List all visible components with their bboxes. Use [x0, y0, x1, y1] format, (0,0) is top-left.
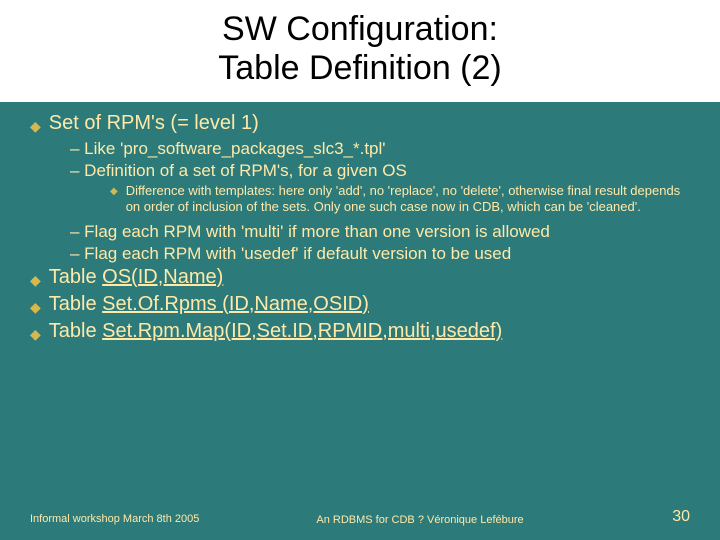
bullet-text: Set of RPM's (= level 1): [49, 112, 259, 135]
title-line-1: SW Configuration:: [0, 10, 720, 49]
slide-body: ◆ Set of RPM's (= level 1) – Like 'pro_s…: [0, 102, 720, 343]
title-line-2: Table Definition (2): [0, 49, 720, 88]
bullet-table-setrpmmap: ◆ Table Set.Rpm.Map(ID,Set.ID,RPMID,mult…: [30, 320, 690, 343]
bullet-text: Table OS(ID,Name): [49, 266, 224, 289]
bullet-text: Table Set.Of.Rpms (ID,Name,OSID): [49, 293, 369, 316]
footer-date: Informal workshop March 8th 2005: [30, 513, 210, 526]
diamond-icon: ◆: [110, 186, 118, 199]
page-number: 30: [630, 508, 690, 526]
bullet-table-os: ◆ Table OS(ID,Name): [30, 266, 690, 289]
footer-author: An RDBMS for CDB ? Véronique Lefébure: [210, 514, 630, 526]
diamond-icon: ◆: [30, 118, 41, 135]
slide-title: SW Configuration: Table Definition (2): [0, 0, 720, 102]
bullet-text: Table Set.Rpm.Map(ID,Set.ID,RPMID,multi,…: [49, 320, 502, 343]
bullet-difference-templates: ◆ Difference with templates: here only '…: [110, 183, 690, 216]
bullet-text: Difference with templates: here only 'ad…: [126, 183, 690, 216]
diamond-icon: ◆: [30, 272, 41, 289]
bullet-definition-set: – Definition of a set of RPM's, for a gi…: [70, 161, 690, 181]
slide-footer: Informal workshop March 8th 2005 An RDBM…: [0, 508, 720, 526]
bullet-table-setofrpms: ◆ Table Set.Of.Rpms (ID,Name,OSID): [30, 293, 690, 316]
diamond-icon: ◆: [30, 299, 41, 316]
bullet-flag-usedef: – Flag each RPM with 'usedef' if default…: [70, 244, 690, 264]
bullet-set-of-rpms: ◆ Set of RPM's (= level 1): [30, 112, 690, 135]
bullet-like-template: – Like 'pro_software_packages_slc3_*.tpl…: [70, 139, 690, 159]
bullet-flag-multi: – Flag each RPM with 'multi' if more tha…: [70, 222, 690, 242]
diamond-icon: ◆: [30, 326, 41, 343]
